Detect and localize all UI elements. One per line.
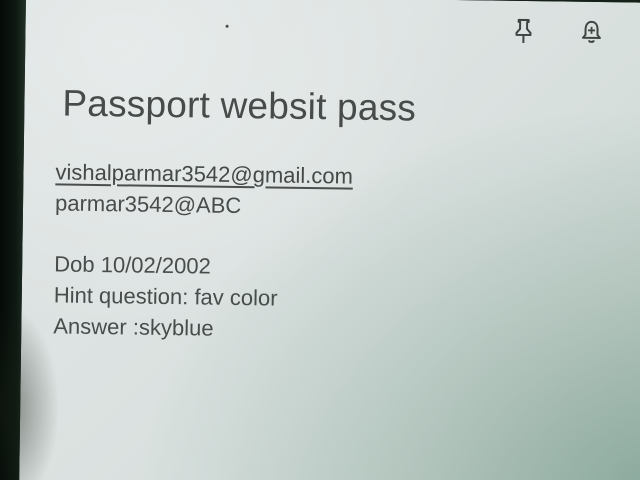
note-line-password: parmar3542@ABC <box>54 190 242 219</box>
email-link[interactable]: vishalparmar3542@gmail.com <box>55 159 353 188</box>
note-editor-screen: Passport websit pass vishalparmar3542@gm… <box>19 0 640 480</box>
reminder-bell-icon <box>581 20 601 43</box>
note-body[interactable]: vishalparmar3542@gmail.com parmar3542@AB… <box>53 156 353 345</box>
pin-button[interactable] <box>509 15 537 47</box>
note-line-email[interactable]: vishalparmar3542@gmail.com <box>55 156 353 191</box>
photo-frame: Passport websit pass vishalparmar3542@gm… <box>0 0 640 480</box>
note-line-blank <box>54 218 352 252</box>
screen-speck <box>225 24 229 28</box>
note-line-hint-question: Hint question: fav color <box>53 282 278 311</box>
note-title[interactable]: Passport websit pass <box>62 83 416 130</box>
note-toolbar <box>465 14 640 57</box>
reminder-button[interactable] <box>577 16 605 48</box>
note-line-dob: Dob 10/02/2002 <box>54 251 211 279</box>
note-line-answer: Answer :skyblue <box>53 313 214 341</box>
pin-icon <box>515 18 532 43</box>
